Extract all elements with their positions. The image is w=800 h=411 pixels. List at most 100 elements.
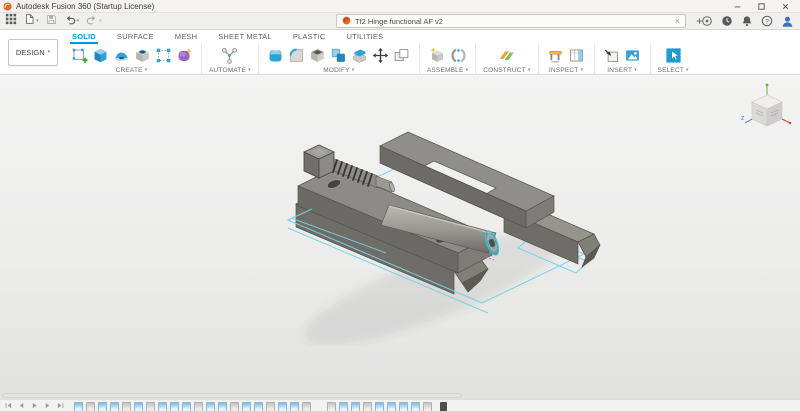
timeline-sketch-icon[interactable] [411,402,420,411]
redo-button[interactable]: ▾ [86,12,102,30]
timeline-sketch-icon[interactable] [158,402,167,411]
group-dropdown-select[interactable]: SELECT ▾ [658,67,689,74]
group-dropdown-inspect[interactable]: INSPECT ▾ [549,67,583,74]
new-component-tool-button[interactable] [427,46,447,66]
tool-row [266,45,412,66]
rectangular-pattern-tool-button[interactable] [153,46,173,66]
shell-tool-button[interactable] [308,46,328,66]
timeline-sketch-icon[interactable] [242,402,251,411]
timeline-feature-icon[interactable] [146,402,155,411]
timeline-sketch-icon[interactable] [339,402,348,411]
group-dropdown-insert[interactable]: INSERT ▾ [607,67,637,74]
workspace-selector[interactable]: DESIGN ▾ [8,39,58,66]
timeline-sketch-icon[interactable] [206,402,215,411]
timeline-sketch-icon[interactable] [74,402,83,411]
extrude-icon [94,48,106,63]
select-tool-button[interactable] [663,46,683,66]
group-dropdown-assemble[interactable]: ASSEMBLE ▾ [427,67,468,74]
timeline-sketch-icon[interactable] [218,402,227,411]
timeline-step-forward-button[interactable] [44,402,51,409]
timeline-feature-icon[interactable] [122,402,131,411]
ribbon-tab-solid[interactable]: SOLID [70,32,98,44]
timeline-position-marker[interactable] [440,402,447,411]
job-status-icon[interactable] [721,15,733,27]
save-button[interactable] [46,12,57,30]
ribbon-tab-surface[interactable]: SURFACE [115,32,156,44]
timeline-sketch-icon[interactable] [170,402,179,411]
revolve-tool-button[interactable] [111,46,131,66]
file-menu-button[interactable]: ▾ [24,12,39,30]
timeline-sketch-icon[interactable] [110,402,119,411]
undo-button[interactable]: ▾ [64,12,80,30]
move-copy-tool-button[interactable] [371,46,391,66]
timeline-sketch-icon[interactable] [254,402,263,411]
configure-tool-button[interactable] [220,46,240,66]
timeline-feature-icon[interactable] [327,402,336,411]
document-tab[interactable]: Tf2 Hinge functional AF v2 × [336,14,686,28]
notifications-icon[interactable] [741,15,753,27]
timeline-sketch-icon[interactable] [399,402,408,411]
timeline-feature-icon[interactable] [363,402,372,411]
window-controls [725,0,797,12]
timeline-feature-icon[interactable] [266,402,275,411]
insert-derive-tool-button[interactable] [602,46,622,66]
group-dropdown-construct[interactable]: CONSTRUCT ▾ [483,67,530,74]
hole-tool-button[interactable] [132,46,152,66]
group-dropdown-automate[interactable]: AUTOMATE ▾ [209,67,251,74]
document-tab-close-icon[interactable]: × [675,16,680,26]
group-dropdown-create[interactable]: CREATE ▾ [116,67,148,74]
chevron-down-icon: ▾ [76,17,80,24]
section-analysis-tool-button[interactable] [567,46,587,66]
timeline-sketch-icon[interactable] [278,402,287,411]
press-pull-tool-button[interactable] [266,46,286,66]
minimize-button[interactable] [725,0,749,12]
profile-icon[interactable] [781,15,794,28]
viewport-canvas[interactable]: Z [0,76,800,411]
timeline-step-back-button[interactable] [18,402,25,409]
timeline-scrollbar[interactable] [2,393,462,398]
timeline-sketch-icon[interactable] [98,402,107,411]
timeline-feature-icon[interactable] [302,402,311,411]
construction-plane-tool-button[interactable] [497,46,517,66]
extrude-tool-button[interactable] [90,46,110,66]
timeline-feature-icon[interactable] [194,402,203,411]
app-grid-button[interactable] [5,12,17,30]
close-button[interactable] [773,0,797,12]
timeline-feature-icon[interactable] [423,402,432,411]
hinge-3d-model[interactable] [282,106,602,346]
timeline-go-to-beginning-button[interactable] [5,402,12,409]
configure-icon [222,48,238,64]
ribbon-tab-plastic[interactable]: PLASTIC [291,32,328,44]
fillet-tool-button[interactable] [287,46,307,66]
split-body-tool-button[interactable] [350,46,370,66]
create-sketch-tool-button[interactable] [69,46,89,66]
timeline-feature-icon[interactable] [86,402,95,411]
timeline-play-button[interactable] [31,402,38,409]
align-tool-button[interactable] [392,46,412,66]
measure-tool-button[interactable] [546,46,566,66]
timeline-sketch-icon[interactable] [134,402,143,411]
timeline-sketch-icon[interactable] [290,402,299,411]
insert-derive-icon [604,49,618,62]
create-form-tool-button[interactable] [174,46,194,66]
joint-tool-button[interactable] [448,46,468,66]
group-dropdown-modify[interactable]: MODIFY ▾ [323,67,354,74]
revolve-icon [114,52,128,62]
help-icon[interactable]: ? [761,15,773,27]
timeline-feature-icon[interactable] [230,402,239,411]
timeline-sketch-icon[interactable] [351,402,360,411]
canvas-tool-button[interactable] [623,46,643,66]
extensions-icon[interactable] [701,15,713,27]
maximize-button[interactable] [749,0,773,12]
ribbon-tab-sheet-metal[interactable]: SHEET METAL [216,32,274,44]
save-icon [46,12,57,30]
ribbon-tab-utilities[interactable]: UTILITIES [345,32,386,44]
timeline-sketch-icon[interactable] [375,402,384,411]
window-title: Autodesk Fusion 360 (Startup License) [16,1,155,11]
view-cube[interactable]: Z [740,83,792,137]
timeline-sketch-icon[interactable] [182,402,191,411]
timeline-sketch-icon[interactable] [387,402,396,411]
ribbon-tab-mesh[interactable]: MESH [173,32,199,44]
timeline-go-to-end-button[interactable] [57,402,64,409]
combine-tool-button[interactable] [329,46,349,66]
